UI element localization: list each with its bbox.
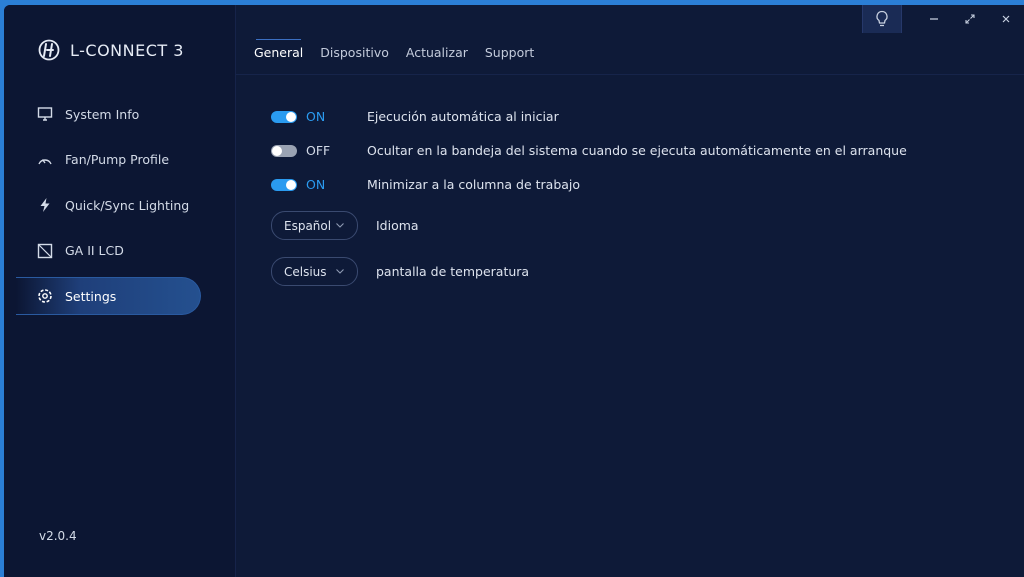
minimize-button[interactable] [916, 5, 952, 33]
close-button[interactable] [988, 5, 1024, 33]
close-icon [1002, 15, 1010, 23]
toggle-knob [286, 179, 296, 190]
setting-label: Idioma [376, 218, 419, 233]
setting-autostart: ON Ejecución automática al iniciar [271, 109, 559, 124]
setting-label: Ejecución automática al iniciar [367, 109, 559, 124]
temperature-value: Celsius [284, 264, 327, 279]
temperature-select[interactable]: Celsius [271, 257, 358, 286]
setting-language: Español Idioma [271, 211, 419, 240]
sidebar-item-label: Fan/Pump Profile [65, 152, 170, 167]
sidebar-item-ga-ii-lcd[interactable]: GA II LCD [16, 232, 201, 270]
minimize-taskbar-toggle[interactable] [271, 178, 297, 191]
sidebar: L-CONNECT 3 System Info Fan/Pump Profile… [4, 5, 236, 577]
toggle-knob [272, 145, 282, 156]
app-version: v2.0.4 [39, 529, 77, 543]
hide-tray-toggle[interactable] [271, 144, 297, 157]
setting-hide-tray: OFF Ocultar en la bandeja del sistema cu… [271, 143, 907, 158]
maximize-icon [965, 14, 975, 24]
tab-general[interactable]: General [254, 39, 303, 64]
tips-button[interactable] [862, 5, 902, 33]
chevron-down-icon [336, 223, 344, 228]
minimize-icon [930, 18, 938, 20]
autostart-toggle[interactable] [271, 110, 297, 123]
brand: L-CONNECT 3 [38, 39, 184, 61]
tab-dispositivo[interactable]: Dispositivo [320, 45, 389, 64]
tabs-divider [236, 74, 1024, 75]
app-title: L-CONNECT 3 [70, 40, 184, 60]
titlebar-buttons [862, 5, 1024, 33]
lianli-logo-icon [38, 39, 60, 61]
app-window: L-CONNECT 3 System Info Fan/Pump Profile… [4, 5, 1024, 577]
sidebar-item-label: GA II LCD [65, 243, 124, 258]
toggle-state: ON [306, 109, 326, 124]
sidebar-nav: System Info Fan/Pump Profile Quick/Sync … [4, 95, 236, 323]
sidebar-item-quick-sync-lighting[interactable]: Quick/Sync Lighting [16, 186, 201, 224]
toggle-state: OFF [306, 143, 331, 158]
language-value: Español [284, 218, 332, 233]
toggle-knob [286, 111, 296, 122]
chevron-down-icon [336, 269, 344, 274]
sidebar-item-system-info[interactable]: System Info [16, 95, 201, 133]
lcd-icon [37, 243, 53, 259]
settings-tabs: General Dispositivo Actualizar Support [254, 39, 551, 64]
setting-temperature: Celsius pantalla de temperatura [271, 257, 529, 286]
setting-minimize-taskbar: ON Minimizar a la columna de trabajo [271, 177, 580, 192]
setting-label: Minimizar a la columna de trabajo [367, 177, 581, 192]
lightning-icon [37, 197, 53, 213]
monitor-icon [37, 106, 53, 122]
sidebar-item-label: Settings [65, 288, 117, 304]
setting-label: Ocultar en la bandeja del sistema cuando… [367, 143, 907, 158]
gauge-icon [37, 152, 53, 168]
setting-label: pantalla de temperatura [376, 264, 530, 279]
tab-actualizar[interactable]: Actualizar [406, 45, 468, 64]
sidebar-item-settings[interactable]: Settings [16, 277, 201, 315]
toggle-state: ON [306, 177, 326, 192]
language-select[interactable]: Español [271, 211, 358, 240]
sidebar-item-label: System Info [65, 106, 140, 122]
maximize-button[interactable] [952, 5, 988, 33]
tab-support[interactable]: Support [485, 45, 534, 64]
sidebar-item-fan-pump-profile[interactable]: Fan/Pump Profile [16, 141, 201, 179]
sidebar-item-label: Quick/Sync Lighting [65, 197, 190, 213]
bulb-icon [876, 10, 888, 27]
gear-icon [37, 288, 53, 304]
